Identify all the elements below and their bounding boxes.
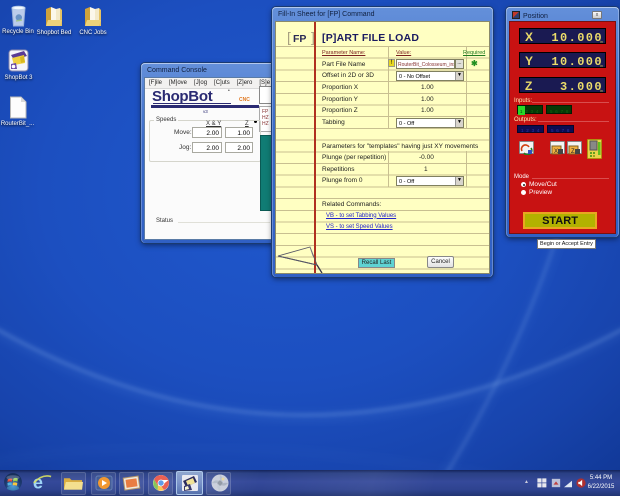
- svg-text:X: X: [554, 149, 558, 155]
- svg-text:e: e: [33, 472, 43, 492]
- svg-text:Z: Z: [571, 149, 575, 155]
